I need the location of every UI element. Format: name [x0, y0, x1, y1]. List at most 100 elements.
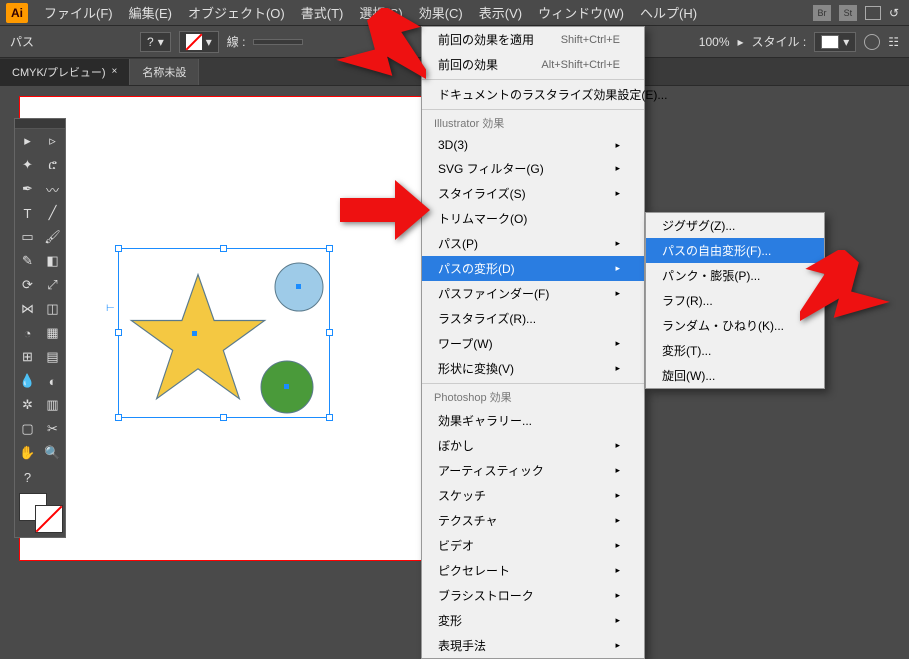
brush-tool[interactable]: 🖌	[40, 225, 65, 249]
direct-selection-tool[interactable]: ▹	[40, 129, 65, 153]
menu-section-photoshop: Photoshop 効果	[422, 386, 644, 408]
menu-view[interactable]: 表示(V)	[471, 0, 530, 26]
fill-stroke-swatches[interactable]	[19, 493, 63, 533]
star-shape[interactable]	[131, 275, 264, 399]
effect-menu-dropdown: 前回の効果を適用Shift+Ctrl+E 前回の効果Alt+Shift+Ctrl…	[421, 26, 645, 659]
menu-file[interactable]: ファイル(F)	[36, 0, 121, 26]
menu-item-effect-gallery[interactable]: 効果ギャラリー...	[422, 408, 644, 433]
menu-select[interactable]: 選択(S)	[351, 0, 410, 26]
menu-item-video[interactable]: ビデオ▸	[422, 533, 644, 558]
zoom-dropdown-icon[interactable]: ▸	[738, 35, 744, 49]
menu-item-pixelate[interactable]: ピクセレート▸	[422, 558, 644, 583]
menu-item-artistic[interactable]: アーティスティック▸	[422, 458, 644, 483]
stroke-picker[interactable]: ▾	[179, 31, 219, 53]
stroke-swatch[interactable]	[35, 505, 63, 533]
submenu-item-twist[interactable]: 旋回(W)...	[646, 363, 824, 388]
menu-item-path[interactable]: パス(P)▸	[422, 231, 644, 256]
zoom-tool[interactable]: 🔍	[40, 441, 65, 465]
touch-tool[interactable]: ?	[15, 465, 40, 489]
curvature-tool[interactable]: 〰	[40, 177, 65, 201]
menu-item-distort-transform[interactable]: パスの変形(D)▸	[422, 256, 644, 281]
style-label: スタイル :	[752, 33, 807, 50]
submenu-item-free-distort[interactable]: パスの自由変形(F)...	[646, 238, 824, 263]
slice-tool[interactable]: ✂	[40, 417, 65, 441]
arrange-icon[interactable]	[865, 6, 881, 20]
type-tool[interactable]: T	[15, 201, 40, 225]
eyedropper-tool[interactable]: 💧	[15, 369, 40, 393]
menu-item-pathfinder[interactable]: パスファインダー(F)▸	[422, 281, 644, 306]
scale-tool[interactable]: ⤢	[40, 273, 65, 297]
submenu-item-pucker-bloat[interactable]: パンク・膨張(P)...	[646, 263, 824, 288]
shape-builder-tool[interactable]: ◔	[15, 321, 40, 345]
gradient-tool[interactable]: ▤	[40, 345, 65, 369]
submenu-item-transform[interactable]: 変形(T)...	[646, 338, 824, 363]
menu-item-apply-last[interactable]: 前回の効果を適用Shift+Ctrl+E	[422, 27, 644, 52]
toolbox: ▸▹ ✦ሮ ✒〰 T╱ ▭🖌 ✎◧ ⟳⤢ ⋈◫ ◔▦ ⊞▤ 💧◐ ✲▥ ▢✂ ✋…	[14, 118, 66, 538]
stroke-label: 線 :	[227, 33, 246, 50]
fill-picker[interactable]: ?▾	[140, 32, 171, 52]
graph-tool[interactable]: ▥	[40, 393, 65, 417]
align-icon[interactable]: ☷	[888, 35, 899, 49]
menu-item-distort[interactable]: 変形▸	[422, 608, 644, 633]
lasso-tool[interactable]: ሮ	[40, 153, 65, 177]
panel-grip[interactable]	[15, 119, 65, 129]
menu-item-rasterize[interactable]: ラスタライズ(R)...	[422, 306, 644, 331]
document-tab[interactable]: CMYK/プレビュー) ×	[0, 59, 130, 85]
stroke-weight[interactable]	[253, 39, 303, 45]
menu-help[interactable]: ヘルプ(H)	[632, 0, 705, 26]
menu-section-illustrator: Illustrator 効果	[422, 112, 644, 134]
no-stroke-icon	[186, 34, 202, 50]
width-tool[interactable]: ⋈	[15, 297, 40, 321]
menu-type[interactable]: 書式(T)	[293, 0, 352, 26]
submenu-item-zigzag[interactable]: ジグザグ(Z)...	[646, 213, 824, 238]
selection-tool[interactable]: ▸	[15, 129, 40, 153]
anchor-indicator-icon: ⊢	[106, 303, 115, 314]
menu-item-last-effect[interactable]: 前回の効果Alt+Shift+Ctrl+E	[422, 52, 644, 77]
close-icon[interactable]: ×	[112, 66, 118, 77]
stock-icon[interactable]: St	[839, 5, 857, 21]
submenu-item-roughen[interactable]: ラフ(R)...	[646, 288, 824, 313]
pen-tool[interactable]: ✒	[15, 177, 40, 201]
menu-effect[interactable]: 効果(C)	[411, 0, 471, 26]
magic-wand-tool[interactable]: ✦	[15, 153, 40, 177]
recolor-icon[interactable]	[864, 34, 880, 50]
free-transform-tool[interactable]: ◫	[40, 297, 65, 321]
menu-item-sketch[interactable]: スケッチ▸	[422, 483, 644, 508]
menu-edit[interactable]: 編集(E)	[121, 0, 180, 26]
rectangle-tool[interactable]: ▭	[15, 225, 40, 249]
shaper-tool[interactable]: ✎	[15, 249, 40, 273]
symbol-sprayer-tool[interactable]: ✲	[15, 393, 40, 417]
zoom-value[interactable]: 100%	[699, 35, 730, 49]
line-tool[interactable]: ╱	[40, 201, 65, 225]
menu-item-3d[interactable]: 3D(3)▸	[422, 134, 644, 156]
menu-window[interactable]: ウィンドウ(W)	[530, 0, 632, 26]
selection-bounds[interactable]	[118, 248, 330, 418]
hand-tool[interactable]: ✋	[15, 441, 40, 465]
menu-item-convert-shape[interactable]: 形状に変換(V)▸	[422, 356, 644, 381]
bridge-icon[interactable]: Br	[813, 5, 831, 21]
menubar: Ai ファイル(F) 編集(E) オブジェクト(O) 書式(T) 選択(S) 効…	[0, 0, 909, 26]
menu-item-stylize[interactable]: スタイライズ(S)▸	[422, 181, 644, 206]
app-logo-icon: Ai	[6, 3, 28, 23]
menu-item-stylize-ps[interactable]: 表現手法▸	[422, 633, 644, 658]
perspective-tool[interactable]: ▦	[40, 321, 65, 345]
menu-item-blur[interactable]: ぼかし▸	[422, 433, 644, 458]
menu-object[interactable]: オブジェクト(O)	[180, 0, 293, 26]
submenu-item-tweak[interactable]: ランダム・ひねり(K)...	[646, 313, 824, 338]
menu-item-svg-filter[interactable]: SVG フィルター(G)▸	[422, 156, 644, 181]
menu-item-texture[interactable]: テクスチャ▸	[422, 508, 644, 533]
menu-item-trim-marks[interactable]: トリムマーク(O)	[422, 206, 644, 231]
menu-item-warp[interactable]: ワープ(W)▸	[422, 331, 644, 356]
mesh-tool[interactable]: ⊞	[15, 345, 40, 369]
tab-label: 名称未設	[142, 64, 186, 80]
artboard-tool[interactable]: ▢	[15, 417, 40, 441]
rotate-tool[interactable]: ⟳	[15, 273, 40, 297]
blend-tool[interactable]: ◐	[40, 369, 65, 393]
eraser-tool[interactable]: ◧	[40, 249, 65, 273]
menu-item-raster-settings[interactable]: ドキュメントのラスタライズ効果設定(E)...	[422, 82, 644, 107]
document-tab[interactable]: 名称未設	[130, 59, 199, 85]
menu-item-brush-strokes[interactable]: ブラシストローク▸	[422, 583, 644, 608]
selection-type-label: パス	[10, 33, 34, 50]
sync-icon[interactable]: ↺	[889, 6, 899, 20]
style-picker[interactable]: ▾	[814, 32, 856, 52]
